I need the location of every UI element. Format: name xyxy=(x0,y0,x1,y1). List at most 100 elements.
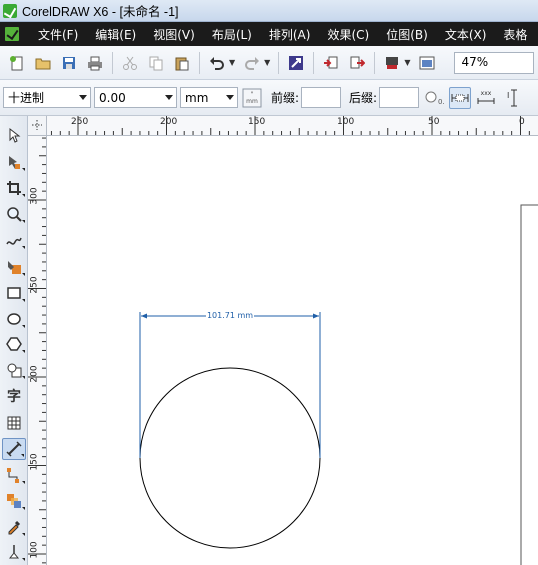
publish-dropdown-icon[interactable]: ▼ xyxy=(404,58,410,67)
import-icon[interactable] xyxy=(320,52,342,74)
flyout-arrow-icon xyxy=(22,325,25,328)
flyout-arrow-icon xyxy=(22,299,25,302)
undo-icon[interactable] xyxy=(206,52,228,74)
svg-text:": " xyxy=(251,91,254,98)
copy-icon[interactable] xyxy=(145,52,167,74)
connector-tool-icon[interactable] xyxy=(2,464,26,486)
horizontal-ruler-ticks xyxy=(50,116,530,135)
toolbar-separator xyxy=(374,51,376,74)
dimension-arrow-left xyxy=(141,313,147,319)
toolbar-separator xyxy=(112,51,113,74)
menu-layout[interactable]: 布局(L) xyxy=(204,26,261,43)
menu-effects[interactable]: 效果(C) xyxy=(319,26,378,43)
blend-tool-icon[interactable] xyxy=(2,490,26,512)
circle-shape[interactable] xyxy=(139,367,321,549)
toolbar-separator xyxy=(278,51,280,74)
text-position-icon[interactable] xyxy=(449,86,472,109)
drawing-canvas[interactable]: 101.71 mm xyxy=(47,136,538,565)
extension-line-icon[interactable]: xxx xyxy=(475,87,497,109)
ruler-origin[interactable] xyxy=(28,116,47,136)
property-bar: 十进制 0.00 mm "mm 前缀: 后缀: 0.1 xxx I xyxy=(0,80,538,116)
hruler-label: 150 xyxy=(248,117,266,127)
text-tool-glyph: 字 xyxy=(7,389,21,405)
flyout-arrow-icon xyxy=(22,194,25,197)
export-icon[interactable] xyxy=(346,52,368,74)
prefix-label: 前缀: xyxy=(271,91,300,105)
welcome-screen-icon[interactable] xyxy=(416,52,438,74)
hruler-label: 100 xyxy=(337,117,355,127)
chevron-down-icon xyxy=(165,95,173,100)
precision-select[interactable]: 0.00 xyxy=(94,87,177,108)
menu-text[interactable]: 文本(X) xyxy=(437,26,496,43)
vruler-label: 300 xyxy=(29,187,40,205)
shape-tool-icon[interactable] xyxy=(2,151,26,173)
pick-tool-icon[interactable] xyxy=(2,124,26,146)
new-icon[interactable] xyxy=(6,52,28,74)
flyout-arrow-icon xyxy=(22,533,25,536)
eyedropper-tool-icon[interactable] xyxy=(2,516,26,538)
suffix-label: 后缀: xyxy=(349,91,378,105)
units-value: mm xyxy=(185,90,209,105)
flyout-arrow-icon xyxy=(22,168,25,171)
ellipse-tool-icon[interactable] xyxy=(2,308,26,330)
zoom-level-field[interactable]: 47% xyxy=(454,51,535,74)
undo-dropdown-icon[interactable]: ▼ xyxy=(229,58,235,67)
polygon-tool-icon[interactable] xyxy=(2,333,26,355)
svg-text:mm: mm xyxy=(246,98,258,105)
flyout-arrow-icon xyxy=(22,558,25,561)
redo-icon[interactable] xyxy=(241,52,263,74)
suffix-input[interactable] xyxy=(379,87,420,108)
print-icon[interactable] xyxy=(84,52,106,74)
outline-tool-icon[interactable] xyxy=(2,541,26,563)
show-units-icon[interactable]: " mm xyxy=(241,87,263,109)
cut-icon[interactable] xyxy=(119,52,141,74)
open-icon[interactable] xyxy=(32,52,54,74)
menu-bar: 文件(F) 编辑(E) 视图(V) 布局(L) 排列(A) 效果(C) 位图(B… xyxy=(0,22,538,46)
crop-tool-icon[interactable] xyxy=(2,177,26,199)
toolbar-separator xyxy=(313,51,315,74)
table-tool-icon[interactable] xyxy=(2,412,26,434)
horizontal-ruler[interactable]: 250 200 150 100 50 0 xyxy=(47,116,538,136)
search-content-icon[interactable] xyxy=(285,52,307,74)
svg-text:I: I xyxy=(507,91,509,100)
precision-value: 0.00 xyxy=(99,90,126,105)
svg-text:0.1: 0.1 xyxy=(438,98,444,106)
prefix-input[interactable] xyxy=(301,87,342,108)
publish-pdf-icon[interactable] xyxy=(381,52,403,74)
vruler-label: 200 xyxy=(29,365,40,383)
toolbox: 字 xyxy=(0,116,28,565)
hruler-label: 250 xyxy=(71,117,89,127)
page-border xyxy=(520,204,538,565)
menu-table[interactable]: 表格 xyxy=(495,26,536,43)
basic-shapes-tool-icon[interactable] xyxy=(2,359,26,381)
smart-fill-tool-icon[interactable] xyxy=(2,256,26,278)
standard-toolbar: ▼ ▼ ▼ 47% xyxy=(0,46,538,80)
save-icon[interactable] xyxy=(58,52,80,74)
app-menu-icon[interactable] xyxy=(4,26,20,42)
dynamic-dimensioning-icon[interactable]: 0.1 xyxy=(423,87,445,109)
flyout-arrow-icon xyxy=(22,376,25,379)
menu-arrange[interactable]: 排列(A) xyxy=(261,26,320,43)
dimension-label[interactable]: 101.71 mm xyxy=(207,311,253,320)
vertical-ruler[interactable]: 300 250 200 150 100 xyxy=(28,136,47,565)
vruler-label: 150 xyxy=(29,453,40,471)
zoom-tool-icon[interactable] xyxy=(2,203,26,225)
flyout-arrow-icon xyxy=(22,273,25,276)
paste-icon[interactable] xyxy=(171,52,193,74)
vertical-dimension-icon[interactable]: I xyxy=(501,87,523,109)
vruler-label: 100 xyxy=(29,541,40,559)
redo-dropdown-icon[interactable]: ▼ xyxy=(264,58,270,67)
units-style-select[interactable]: 十进制 xyxy=(3,87,91,108)
hruler-label: 200 xyxy=(160,117,178,127)
menu-file[interactable]: 文件(F) xyxy=(30,26,87,43)
units-select[interactable]: mm xyxy=(180,87,238,108)
dimension-tool-icon[interactable] xyxy=(2,438,26,460)
freehand-tool-icon[interactable] xyxy=(2,229,26,251)
menu-view[interactable]: 视图(V) xyxy=(145,26,204,43)
menu-bitmaps[interactable]: 位图(B) xyxy=(378,26,437,43)
text-tool-icon[interactable]: 字 xyxy=(2,385,26,407)
chevron-down-icon xyxy=(226,95,234,100)
flyout-arrow-icon xyxy=(22,220,25,223)
rectangle-tool-icon[interactable] xyxy=(2,282,26,304)
menu-edit[interactable]: 编辑(E) xyxy=(87,26,145,43)
